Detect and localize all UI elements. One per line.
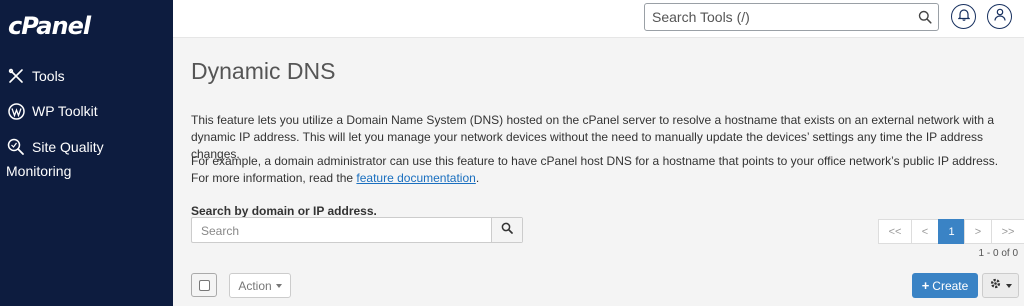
- notifications-button[interactable]: [951, 4, 976, 29]
- cpanel-logo[interactable]: cPanel: [8, 12, 91, 40]
- action-dropdown-button[interactable]: Action: [229, 273, 291, 298]
- user-icon: [993, 8, 1006, 26]
- create-label: Create: [932, 278, 969, 293]
- results-count: 1 - 0 of 0: [978, 248, 1018, 259]
- search-icon[interactable]: [918, 10, 932, 29]
- top-header: [173, 0, 1024, 38]
- tools-icon: [6, 67, 26, 85]
- create-button[interactable]: + Create: [912, 273, 978, 298]
- search-icon: [501, 221, 513, 239]
- sidebar-item-label: Site Quality: [32, 139, 104, 155]
- select-all-checkbox[interactable]: [198, 279, 210, 291]
- sidebar-item-label: WP Toolkit: [32, 103, 98, 119]
- caret-down-icon: [275, 283, 282, 288]
- settings-dropdown-button[interactable]: [982, 273, 1019, 298]
- search-label: Search by domain or IP address.: [191, 204, 377, 218]
- page-current-button[interactable]: 1: [938, 219, 965, 244]
- action-label: Action: [238, 278, 272, 293]
- user-menu-button[interactable]: [987, 4, 1012, 29]
- example-text: For example, a domain administrator can …: [191, 154, 999, 185]
- search-tools-box: [644, 3, 939, 31]
- domain-search-input[interactable]: [201, 222, 481, 239]
- feature-documentation-link[interactable]: feature documentation: [356, 171, 475, 185]
- page-prev-button[interactable]: <: [911, 219, 939, 244]
- page-last-button[interactable]: >>: [991, 219, 1024, 244]
- gear-icon: [989, 277, 1002, 295]
- domain-search-box: [191, 217, 523, 243]
- sidebar-item-site-quality[interactable]: Site Quality: [6, 138, 104, 156]
- bell-icon: [957, 8, 970, 26]
- page-first-button[interactable]: <<: [878, 219, 912, 244]
- sidebar-item-tools[interactable]: Tools: [6, 67, 65, 85]
- select-all-checkbox-wrapper[interactable]: [191, 273, 217, 297]
- search-tools-input[interactable]: [652, 8, 912, 26]
- caret-down-icon: [1006, 283, 1012, 288]
- sidebar: cPanel Tools WP Toolkit Site Quality Mon…: [0, 0, 173, 306]
- page-title: Dynamic DNS: [191, 58, 336, 84]
- sidebar-item-wp-toolkit[interactable]: WP Toolkit: [6, 102, 98, 120]
- sidebar-item-label: Tools: [32, 68, 65, 84]
- sidebar-item-label-continued: Monitoring: [6, 163, 72, 179]
- wordpress-icon: [6, 102, 26, 120]
- pagination: << < 1 > >>: [878, 219, 1024, 244]
- domain-search-button[interactable]: [491, 218, 522, 242]
- page-next-button[interactable]: >: [964, 219, 992, 244]
- plus-icon: +: [921, 278, 930, 293]
- site-quality-icon: [6, 138, 26, 156]
